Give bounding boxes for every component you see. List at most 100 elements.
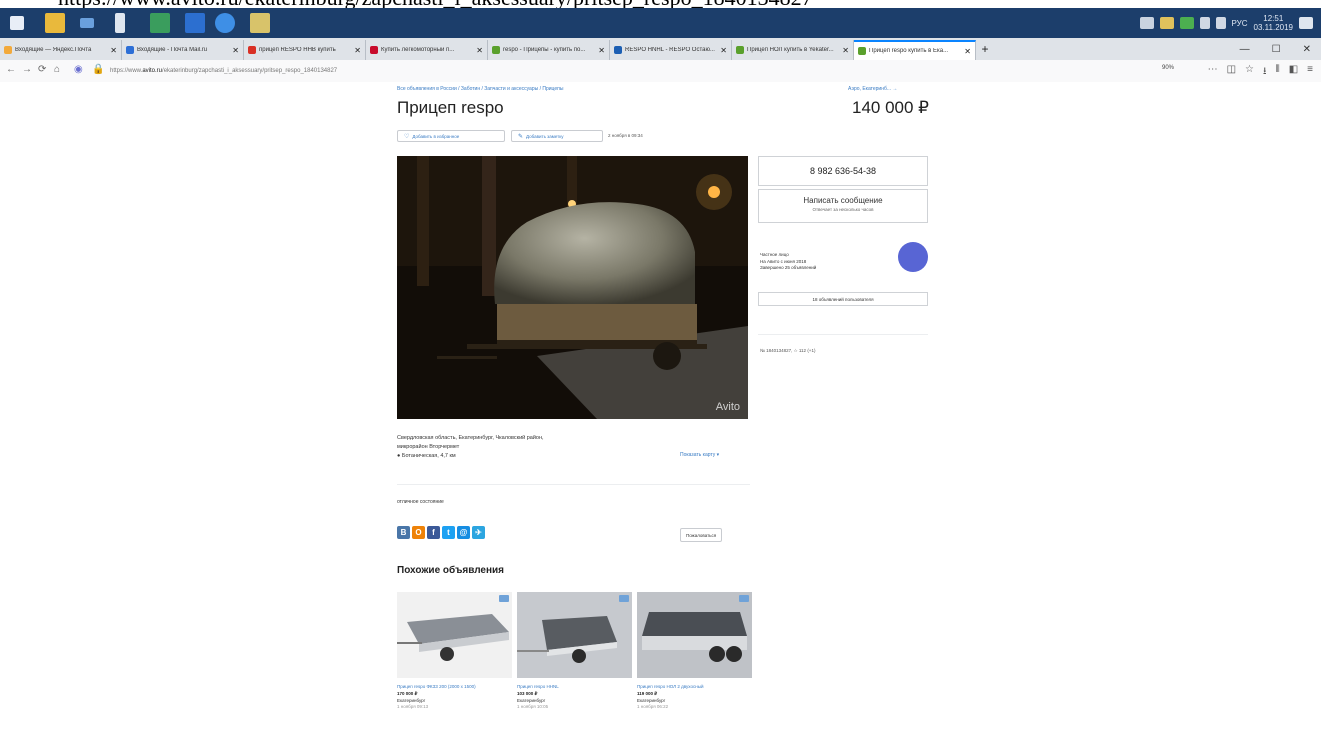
bookmark-star-icon[interactable]: ☆ xyxy=(1245,64,1254,81)
app-blue-icon[interactable] xyxy=(185,13,205,33)
tab-favicon-icon xyxy=(614,46,622,54)
heart-icon: ♡ xyxy=(404,133,410,140)
language-indicator[interactable]: РУС xyxy=(1232,19,1248,28)
similar-title[interactable]: Прицеп respo ФКЗЗ 200 (2000 x 1500) xyxy=(397,684,512,690)
similar-city: Екатеринбург xyxy=(517,698,546,703)
close-tab-icon[interactable]: ✕ xyxy=(598,46,605,55)
home-icon[interactable]: ⌂ xyxy=(54,64,60,75)
firefox-icon[interactable] xyxy=(215,13,235,33)
all-ads-button[interactable]: 18 объявлений пользователя xyxy=(758,292,928,306)
divider xyxy=(758,334,928,335)
seller-completed: Завершено 25 объявлений xyxy=(760,265,817,270)
share-tw-icon[interactable]: t xyxy=(442,526,455,539)
pocket-icon[interactable]: ◫ xyxy=(1227,64,1236,81)
share-vk-icon[interactable]: В xyxy=(397,526,410,539)
download-icon[interactable]: ⭳ xyxy=(1263,64,1267,81)
browser-tab[interactable]: RESPO НNHL - RESPO Остаю... ✕ xyxy=(610,40,732,60)
browser-tab[interactable]: Купить легкомоторный п... ✕ xyxy=(366,40,488,60)
avatar[interactable] xyxy=(898,242,928,272)
start-icon[interactable] xyxy=(10,16,24,30)
close-tab-icon[interactable]: ✕ xyxy=(110,46,117,55)
similar-card[interactable]: Прицеп respo ФКЗЗ 200 (2000 x 1500) 170 … xyxy=(397,592,512,709)
reload-icon[interactable]: ⟳ xyxy=(38,64,46,75)
share-tg-icon[interactable]: ✈ xyxy=(472,526,485,539)
browser-tab[interactable]: Входящие - Почта Mail.ru ✕ xyxy=(122,40,244,60)
monitor-icon[interactable] xyxy=(80,18,94,28)
menu-icon[interactable]: ≡ xyxy=(1307,64,1313,81)
page-actions-icon[interactable]: ⋯ xyxy=(1208,64,1218,81)
tab-label: Купить легкомоторный п... xyxy=(381,47,455,53)
close-tab-icon[interactable]: ✕ xyxy=(476,46,483,55)
write-message-label: Написать сообщение xyxy=(803,196,883,205)
volume-icon[interactable] xyxy=(1215,17,1226,29)
similar-photo[interactable] xyxy=(637,592,752,678)
photos-icon[interactable] xyxy=(250,13,270,33)
tab-label: Прицеп respo купить в Ека... xyxy=(869,48,949,54)
listing-photo[interactable]: Avito xyxy=(397,156,748,419)
navigation-bar: ← → ⟳ ⌂ ◉ 🔒 https://www.avito.ru/ekateri… xyxy=(0,60,1321,83)
tab-label: прицеп RESPO ННВ купить xyxy=(259,47,336,53)
trailer-photo xyxy=(397,156,748,419)
favorite-icon[interactable] xyxy=(499,595,509,602)
maximize-icon[interactable]: ☐ xyxy=(1272,44,1281,55)
similar-photo[interactable] xyxy=(397,592,512,678)
browser-tab[interactable]: respo - Прицепы - купить по... ✕ xyxy=(488,40,610,60)
shield-icon[interactable]: ◉ xyxy=(74,64,83,75)
similar-date: 1 ноября 10:05 xyxy=(517,704,549,709)
browser-tab[interactable]: прицеп RESPO ННВ купить ✕ xyxy=(244,40,366,60)
add-note-label: Добавить заметку xyxy=(526,133,564,139)
back-arrow-icon[interactable]: ← xyxy=(6,64,16,75)
close-tab-icon[interactable]: ✕ xyxy=(964,47,971,56)
tray-app-icon[interactable] xyxy=(1139,17,1154,29)
close-tab-icon[interactable]: ✕ xyxy=(232,46,239,55)
toolbar-right: ⋯ ◫ ☆ ⭳ ⫴ ◧ ≡ xyxy=(1208,64,1313,81)
browser-tab[interactable]: Входящие — Яндекс.Почта ✕ xyxy=(0,40,122,60)
share-ok-icon[interactable]: О xyxy=(412,526,425,539)
network-icon[interactable] xyxy=(1199,17,1210,29)
tab-favicon-icon xyxy=(248,46,256,54)
favorite-icon[interactable] xyxy=(739,595,749,602)
browser-tab[interactable]: Прицеп respo купить в Ека... ✕ xyxy=(854,40,976,60)
similar-title[interactable]: Прицеп respo HHNL xyxy=(517,684,632,690)
show-phone-button[interactable]: 8 982 636-54-38 xyxy=(758,156,928,186)
complain-button[interactable]: Пожаловаться xyxy=(680,528,723,542)
tab-label: Входящие - Почта Mail.ru xyxy=(137,47,208,53)
browser-tab[interactable]: Прицеп НОЛ купить в Yekater... ✕ xyxy=(732,40,854,60)
document-icon[interactable] xyxy=(115,13,125,33)
close-tab-icon[interactable]: ✕ xyxy=(842,46,849,55)
forward-arrow-icon[interactable]: → xyxy=(22,64,32,75)
explorer-icon[interactable] xyxy=(45,13,65,33)
sidebar-icon[interactable]: ◧ xyxy=(1289,64,1298,81)
similar-title[interactable]: Прицеп respo НОЛ 2 двухосный xyxy=(637,684,752,690)
add-note-button[interactable]: ✎ Добавить заметку xyxy=(511,130,603,142)
tab-label: RESPO НNHL - RESPO Остаю... xyxy=(625,47,715,53)
tray-notes-icon[interactable] xyxy=(1159,17,1174,29)
location-link[interactable]: Аэро, Екатеринб... → xyxy=(848,86,897,92)
minimize-icon[interactable]: — xyxy=(1240,44,1250,55)
url-bar[interactable]: https://www.avito.ru/ekaterinburg/zapcha… xyxy=(110,64,1160,78)
add-favorite-label: Добавить в избранное xyxy=(412,133,460,139)
tray-green-icon[interactable] xyxy=(1179,17,1194,29)
breadcrumb[interactable]: Все объявления в России / Заботин / Запч… xyxy=(397,86,563,92)
share-fb-icon[interactable]: f xyxy=(427,526,440,539)
tab-label: Входящие — Яндекс.Почта xyxy=(15,47,92,53)
favorite-icon[interactable] xyxy=(619,595,629,602)
add-favorite-button[interactable]: ♡ Добавить в избранное xyxy=(397,130,505,142)
share-mail-icon[interactable]: @ xyxy=(457,526,470,539)
close-tab-icon[interactable]: ✕ xyxy=(720,46,727,55)
close-window-icon[interactable]: ✕ xyxy=(1303,44,1311,55)
zoom-level[interactable]: 90% xyxy=(1162,65,1174,71)
clock[interactable]: 12:51 03.11.2019 xyxy=(1254,14,1293,32)
trailer-image xyxy=(517,592,632,678)
notifications-icon[interactable] xyxy=(1299,17,1313,29)
close-tab-icon[interactable]: ✕ xyxy=(354,46,361,55)
similar-card[interactable]: Прицеп respo HHNL 103 000 ₽ Екатеринбург… xyxy=(517,592,632,709)
address-line: Свердловская область, Екатеринбург, Чкал… xyxy=(397,435,544,441)
library-icon[interactable]: ⫴ xyxy=(1276,64,1280,81)
similar-card[interactable]: Прицеп respo НОЛ 2 двухосный 119 000 ₽ Е… xyxy=(637,592,752,709)
new-tab-button[interactable]: + xyxy=(976,42,994,56)
app-green-icon[interactable] xyxy=(150,13,170,33)
write-message-button[interactable]: Написать сообщение Отвечает за несколько… xyxy=(758,189,928,223)
similar-photo[interactable] xyxy=(517,592,632,678)
show-map-link[interactable]: Показать карту ▾ xyxy=(680,452,719,458)
